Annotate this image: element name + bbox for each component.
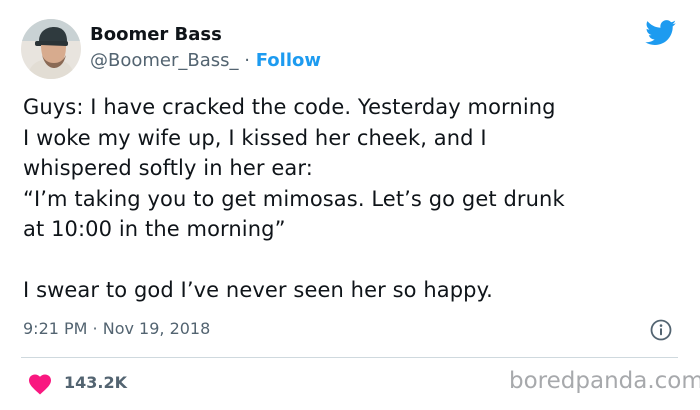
- like-count[interactable]: 143.2K: [64, 372, 127, 394]
- separator-dot: ·: [244, 50, 250, 71]
- tweet-line: at 10:00 in the morning”: [23, 217, 286, 241]
- author-handle[interactable]: @Boomer_Bass_: [90, 50, 239, 71]
- display-name[interactable]: Boomer Bass: [90, 23, 222, 47]
- tweet-text: Guys: I have cracked the code. Yesterday…: [23, 92, 683, 305]
- divider: [21, 357, 678, 358]
- watermark: boredpanda.com: [509, 368, 700, 394]
- timestamp[interactable]: 9:21 PM · Nov 19, 2018: [23, 318, 210, 340]
- tweet-line: whispered softly in her ear:: [23, 156, 313, 180]
- tweet-line: “I’m taking you to get mimosas. Let’s go…: [23, 186, 565, 211]
- avatar[interactable]: [21, 19, 81, 79]
- tweet-line: I woke my wife up, I kissed her cheek, a…: [23, 125, 487, 150]
- info-icon[interactable]: [650, 319, 672, 341]
- author-handle-row: @Boomer_Bass_ · Follow: [90, 49, 321, 73]
- tweet-line: Guys: I have cracked the code. Yesterday…: [23, 95, 556, 119]
- heart-icon[interactable]: [28, 373, 52, 395]
- twitter-bird-icon[interactable]: [645, 20, 677, 46]
- follow-button[interactable]: Follow: [256, 50, 321, 71]
- tweet-line: I swear to god I’ve never seen her so ha…: [23, 277, 493, 302]
